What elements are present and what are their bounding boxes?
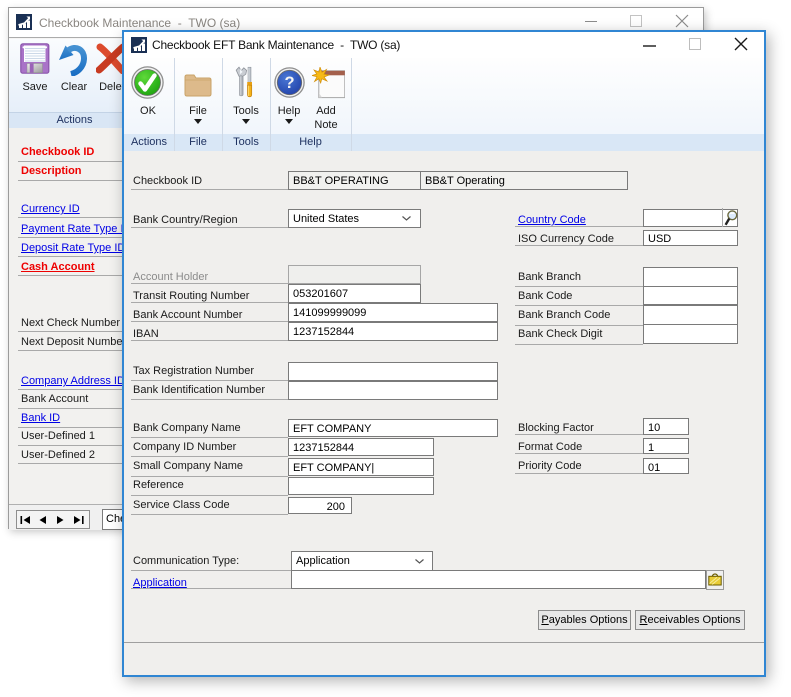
svg-text:?: ? [284,74,294,92]
